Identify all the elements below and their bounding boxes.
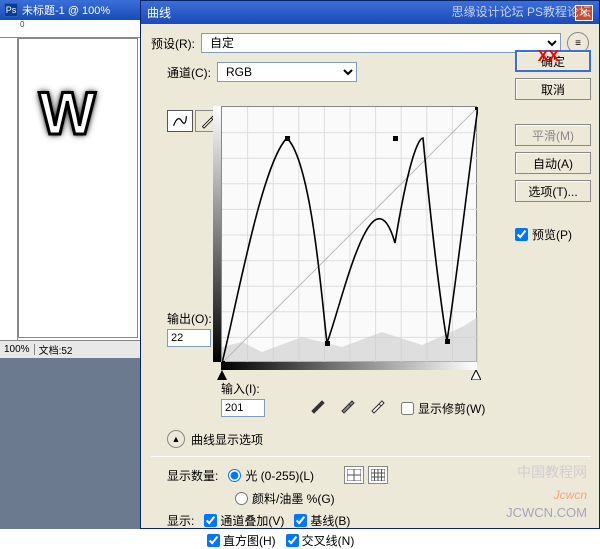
watermark-url: JCWCN.COM bbox=[506, 505, 587, 520]
show-clipping-checkbox[interactable]: 显示修剪(W) bbox=[401, 400, 485, 417]
document-titlebar: Ps 未标题-1 @ 100% bbox=[0, 0, 140, 20]
input-gradient bbox=[221, 362, 477, 370]
input-input[interactable] bbox=[221, 399, 265, 417]
canvas-text: W bbox=[39, 79, 96, 148]
disclosure-toggle[interactable]: ▲ bbox=[167, 430, 185, 448]
close-button[interactable]: ✕ bbox=[575, 5, 593, 21]
document-title: 未标题-1 @ 100% bbox=[22, 2, 110, 18]
black-eyedropper[interactable] bbox=[306, 396, 328, 416]
curve-point-tool[interactable] bbox=[167, 110, 193, 132]
watermark-brand: Jcwcn bbox=[554, 488, 587, 502]
disclosure-label: 曲线显示选项 bbox=[191, 431, 263, 448]
output-gradient bbox=[213, 106, 221, 362]
preset-label: 预设(R): bbox=[151, 35, 195, 52]
ok-button[interactable]: 确定 bbox=[515, 50, 591, 72]
ps-icon: Ps bbox=[4, 3, 18, 17]
ruler-vertical bbox=[0, 38, 18, 358]
channel-label: 通道(C): bbox=[167, 64, 211, 81]
smooth-button: 平滑(M) bbox=[515, 124, 591, 146]
output-label: 输出(O): bbox=[167, 310, 212, 327]
curves-dialog: 曲线 思缘设计论坛 PS教程论坛 ✕ 预设(R): 自定 ≡ 通道(C): RG… bbox=[140, 0, 600, 529]
output-input[interactable] bbox=[167, 329, 211, 347]
grid-simple-icon[interactable] bbox=[344, 466, 364, 484]
curve-graph[interactable] bbox=[221, 106, 477, 362]
gray-eyedropper[interactable] bbox=[336, 396, 358, 416]
doc-info: 文档:52 bbox=[35, 342, 77, 357]
zoom-level[interactable]: 100% bbox=[0, 344, 35, 355]
radio-ink[interactable]: 颜料/油墨 %(G) bbox=[235, 490, 335, 507]
ruler-horizontal: 0 bbox=[0, 20, 140, 38]
watermark-top: 思缘设计论坛 PS教程论坛 bbox=[452, 3, 591, 20]
canvas[interactable]: W bbox=[18, 38, 138, 338]
dialog-titlebar[interactable]: 曲线 思缘设计论坛 PS教程论坛 ✕ bbox=[141, 1, 599, 24]
preset-select[interactable]: 自定 bbox=[201, 33, 561, 53]
chk-baseline[interactable]: 基线(B) bbox=[294, 512, 350, 529]
grid-detailed-icon[interactable] bbox=[368, 466, 388, 484]
dialog-title: 曲线 bbox=[147, 4, 171, 21]
preview-checkbox[interactable]: 预览(P) bbox=[515, 226, 591, 243]
watermark-mid: 中国教程网 bbox=[517, 462, 587, 482]
cancel-button[interactable]: 取消 bbox=[515, 78, 591, 100]
show-label: 显示: bbox=[167, 512, 194, 529]
white-point-slider[interactable] bbox=[471, 370, 481, 380]
qty-label: 显示数量: bbox=[167, 467, 218, 484]
options-button[interactable]: 选项(T)... bbox=[515, 180, 591, 202]
input-label: 输入(I): bbox=[221, 380, 265, 397]
chk-intersect[interactable]: 交叉线(N) bbox=[286, 532, 355, 549]
white-eyedropper[interactable] bbox=[366, 396, 388, 416]
status-bar: 100% 文档:52 bbox=[0, 340, 140, 358]
curve-svg bbox=[222, 107, 478, 363]
channel-select[interactable]: RGB bbox=[217, 62, 357, 82]
app-background bbox=[0, 358, 140, 529]
chk-overlay[interactable]: 通道叠加(V) bbox=[204, 512, 284, 529]
show-clipping-input[interactable] bbox=[401, 402, 414, 415]
auto-button[interactable]: 自动(A) bbox=[515, 152, 591, 174]
chk-histogram[interactable]: 直方图(H) bbox=[207, 532, 276, 549]
black-point-slider[interactable] bbox=[217, 370, 227, 380]
radio-light[interactable]: 光 (0-255)(L) bbox=[228, 467, 314, 484]
separator bbox=[151, 456, 591, 457]
document-window: Ps 未标题-1 @ 100% 0 W bbox=[0, 0, 140, 370]
